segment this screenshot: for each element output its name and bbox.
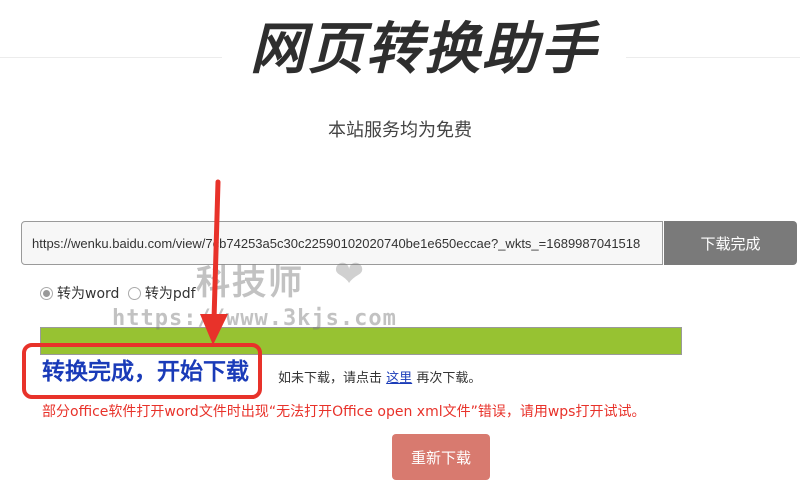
radio-unchecked-icon[interactable] bbox=[127, 286, 141, 300]
option-word-label: 转为word bbox=[57, 286, 120, 302]
page-title: 网页转换助手 bbox=[250, 17, 598, 82]
option-word-radio[interactable]: 转为word bbox=[40, 283, 119, 303]
conversion-done-text: 转换完成，开始下载 bbox=[42, 359, 249, 385]
header-rule-right bbox=[626, 57, 800, 58]
format-options: 转为word 转为pdf bbox=[40, 283, 200, 304]
retry-prefix: 如未下载，请点击 bbox=[278, 371, 383, 386]
watermark-url: https://www.3kjs.com bbox=[112, 306, 397, 331]
retry-message: 如未下载，请点击 这里 再次下载。 bbox=[278, 367, 481, 386]
radio-checked-icon[interactable] bbox=[40, 286, 53, 300]
heart-icon: ❤ bbox=[334, 254, 365, 295]
watermark-text: 科技师 bbox=[196, 263, 304, 303]
warning-message: 部分office软件打开word文件时出现“无法打开Office open xm… bbox=[42, 404, 646, 420]
retry-suffix: 再次下载。 bbox=[416, 371, 482, 386]
retry-link[interactable]: 这里 bbox=[386, 371, 412, 386]
option-pdf-radio[interactable]: 转为pdf bbox=[127, 283, 196, 303]
option-pdf-label: 转为pdf bbox=[144, 286, 196, 302]
download-complete-button[interactable]: 下载完成 bbox=[664, 221, 797, 265]
header-rule-left bbox=[0, 57, 222, 58]
redownload-button[interactable]: 重新下载 bbox=[392, 434, 490, 480]
page-subtitle: 本站服务均为免费 bbox=[328, 120, 472, 141]
